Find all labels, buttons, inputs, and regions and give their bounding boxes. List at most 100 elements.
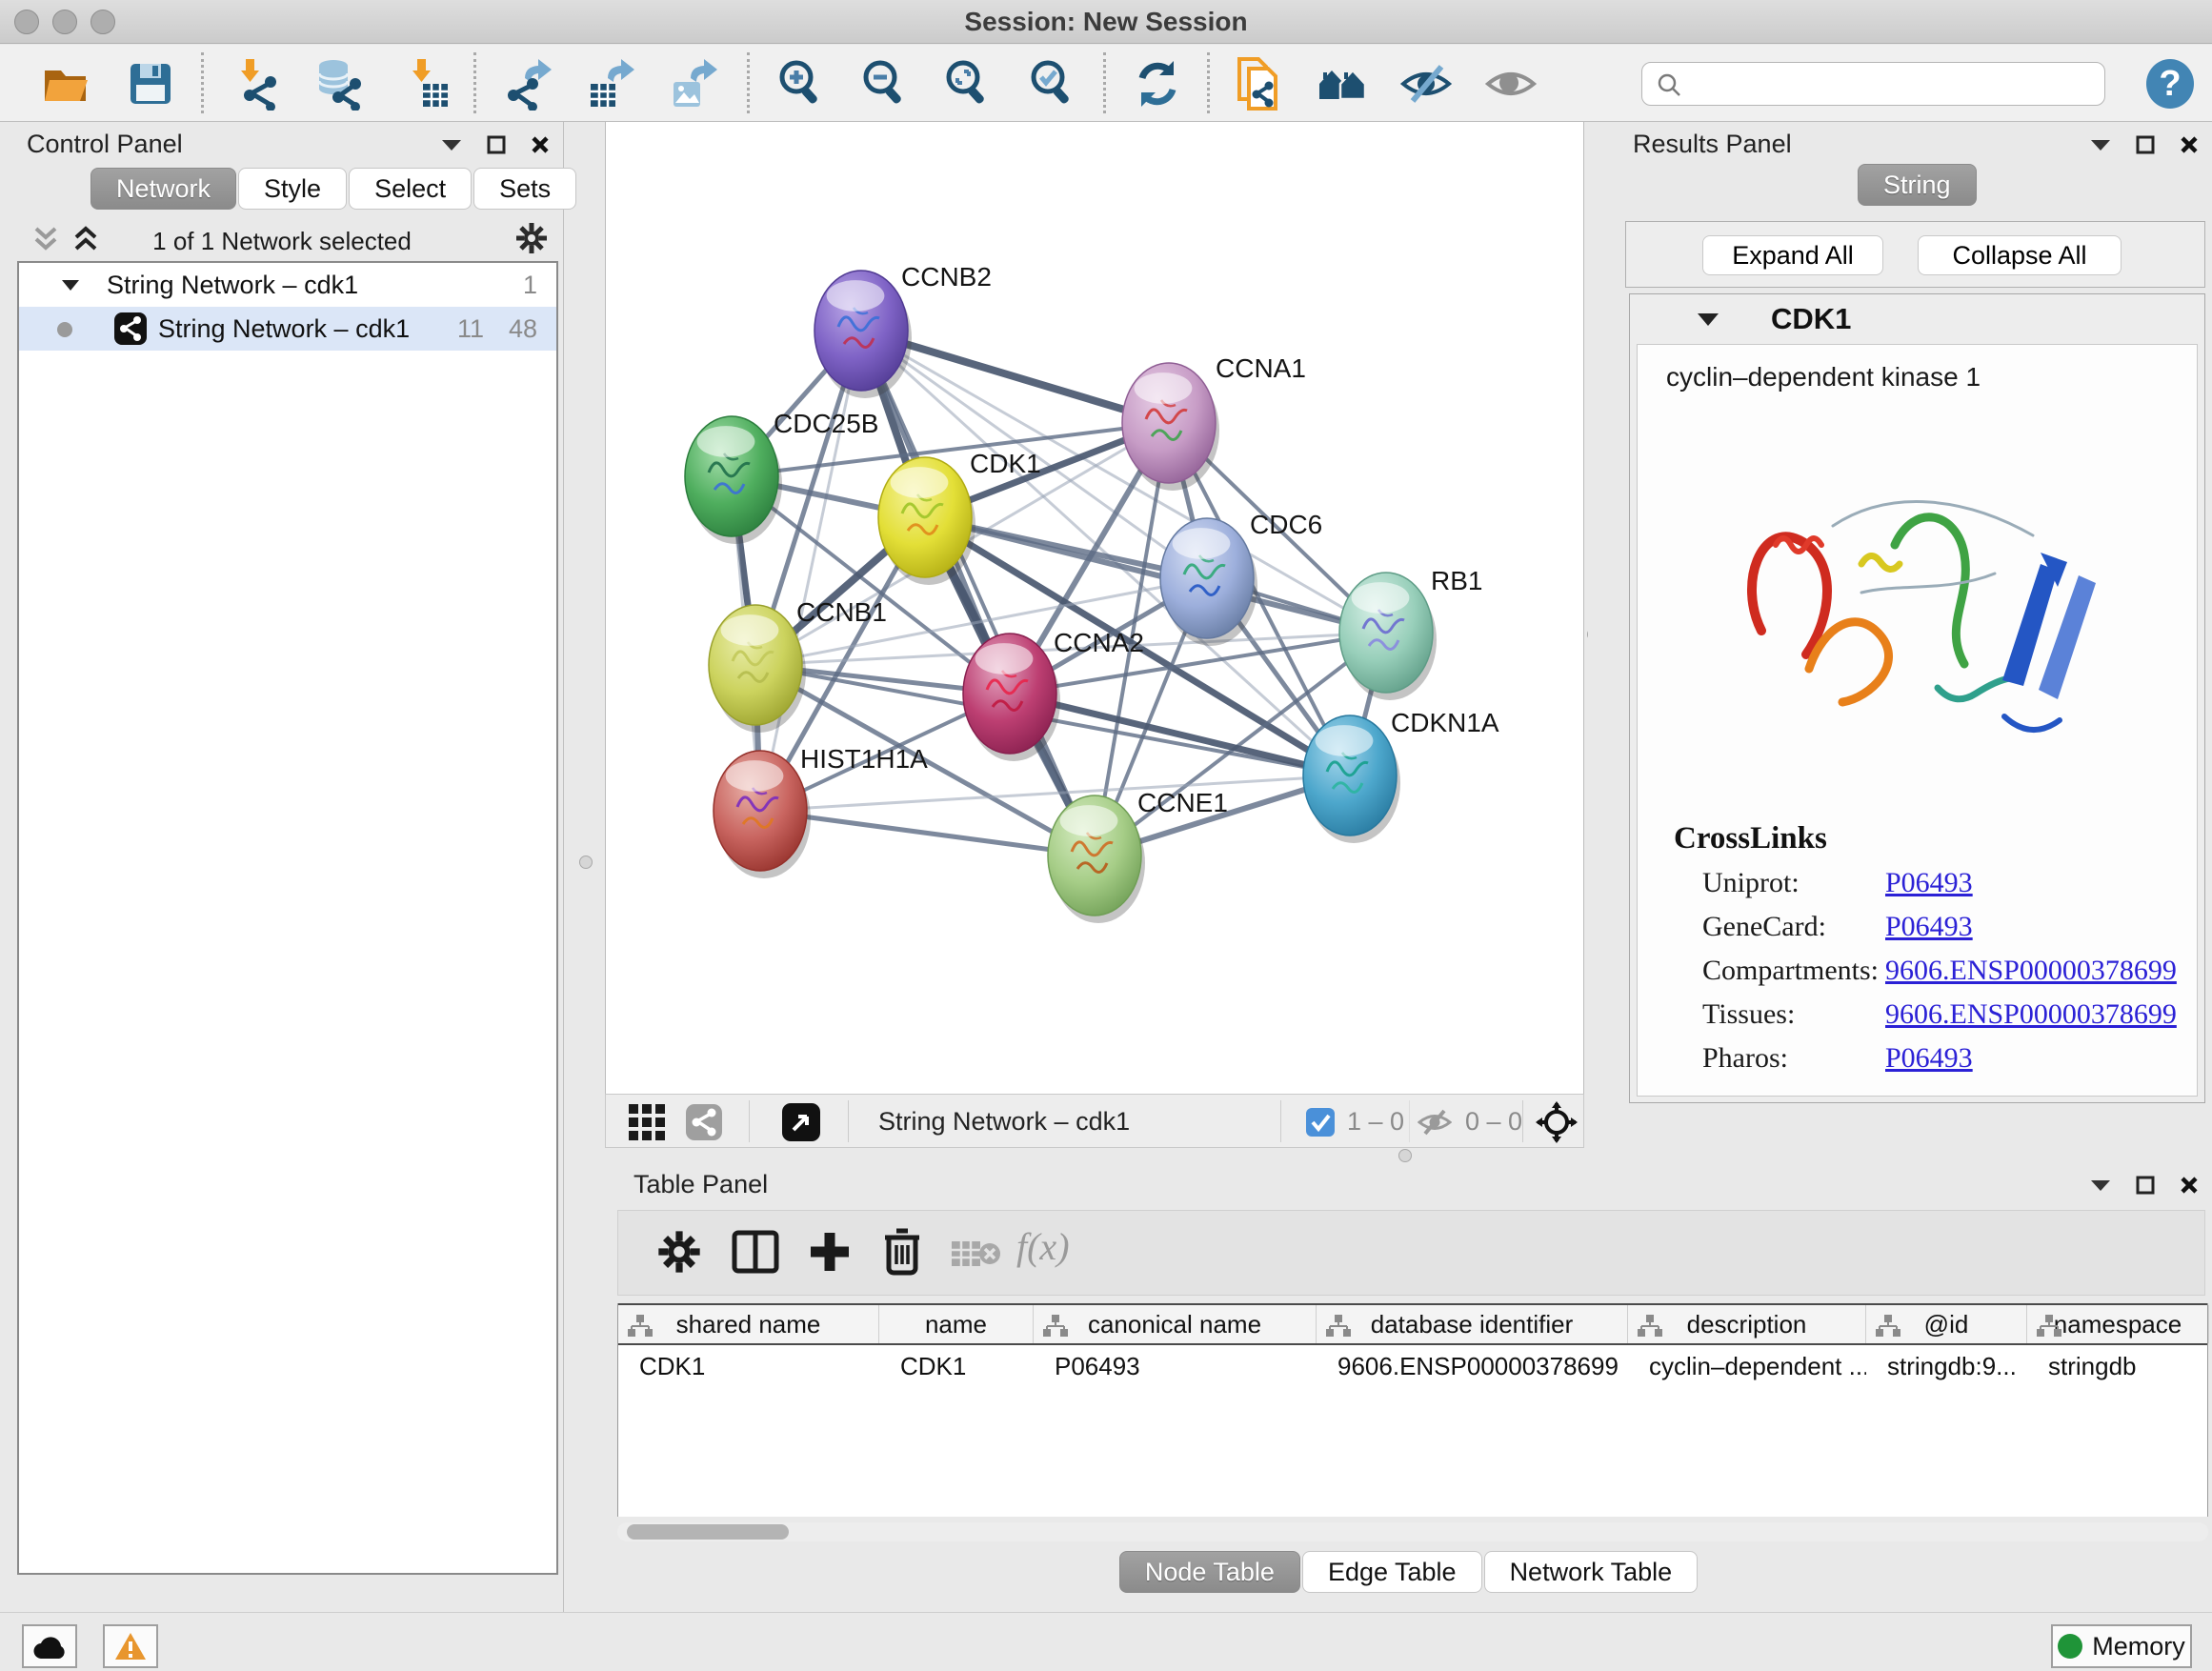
show-hidden-eye-button[interactable] <box>1484 57 1538 111</box>
panel-maximize-icon[interactable] <box>2136 1176 2155 1195</box>
panel-float-caret-icon[interactable] <box>441 138 462 151</box>
import-network-file-button[interactable] <box>229 57 282 111</box>
control-tab-network[interactable]: Network <box>90 168 236 210</box>
table-row[interactable]: CDK1CDK1P064939606.ENSP00000378699cyclin… <box>618 1345 2207 1387</box>
network-node-ccna2[interactable]: CCNA2 <box>963 628 1144 761</box>
column-header-name[interactable]: name <box>879 1305 1034 1343</box>
zoom-out-button[interactable] <box>857 57 911 111</box>
control-tab-select[interactable]: Select <box>349 168 472 210</box>
table-tab-edge-table[interactable]: Edge Table <box>1302 1551 1482 1593</box>
collapse-section-caret-icon[interactable] <box>1697 312 1719 327</box>
network-node-ccnb2[interactable]: CCNB2 <box>814 262 992 398</box>
memory-button[interactable]: Memory <box>2051 1624 2192 1668</box>
current-network-bullet-icon <box>57 322 72 337</box>
network-node-rb1[interactable]: RB1 <box>1339 566 1482 700</box>
control-tab-sets[interactable]: Sets <box>473 168 576 210</box>
column-header-namespace[interactable]: namespace <box>2027 1305 2209 1343</box>
network-node-ccna1[interactable]: CCNA1 <box>1122 353 1306 491</box>
control-tab-style[interactable]: Style <box>238 168 347 210</box>
string-tab-icon[interactable] <box>686 1104 722 1140</box>
column-header-description[interactable]: description <box>1628 1305 1866 1343</box>
zoom-fit-button[interactable] <box>940 57 994 111</box>
table-cell[interactable]: stringdb <box>2027 1345 2209 1387</box>
open-in-window-icon[interactable] <box>782 1103 820 1141</box>
network-row[interactable]: String Network – cdk1 11 48 <box>19 307 556 351</box>
warnings-button[interactable] <box>103 1624 158 1668</box>
panel-float-caret-icon[interactable] <box>2090 1178 2111 1192</box>
open-session-button[interactable] <box>38 57 91 111</box>
fit-crosshair-icon[interactable] <box>1536 1101 1578 1143</box>
network-view-canvas[interactable]: CCNB2 CCNA1 CDC25BCDK1 CDC6RB1 CCNB1 CCNA2 CDK… <box>605 122 1584 1094</box>
delete-table-icon <box>952 1238 1001 1270</box>
hide-selected-eye-slash-button[interactable] <box>1399 57 1453 111</box>
column-header-canonical-name[interactable]: canonical name <box>1034 1305 1317 1343</box>
export-table-button[interactable] <box>583 57 636 111</box>
panel-float-caret-icon[interactable] <box>2090 138 2111 151</box>
network-node-hist1h1a[interactable]: HIST1H1A <box>714 744 928 878</box>
tree-expand-caret-icon[interactable] <box>61 278 80 292</box>
cloud-status-button[interactable] <box>22 1624 77 1668</box>
string-network-graph[interactable]: CCNB2 CCNA1 CDC25BCDK1 CDC6RB1 CCNB1 CCNA2 CDK… <box>606 122 1585 1094</box>
table-cell[interactable]: cyclin–dependent ... <box>1628 1345 1866 1387</box>
network-node-ccne1[interactable]: CCNE1 <box>1048 788 1228 923</box>
houses-button[interactable] <box>1316 57 1369 111</box>
collapse-all-button[interactable]: Collapse All <box>1918 235 2122 275</box>
table-cell[interactable]: P06493 <box>1034 1345 1317 1387</box>
table-cell[interactable]: stringdb:9... <box>1866 1345 2027 1387</box>
network-node-cdkn1a[interactable]: CDKN1A <box>1303 708 1499 843</box>
export-network-button[interactable] <box>500 57 553 111</box>
left-splitter-handle[interactable] <box>579 856 593 869</box>
panel-close-icon[interactable] <box>2180 1176 2199 1195</box>
crosslink-link[interactable]: P06493 <box>1885 911 1973 943</box>
birdseye-grid-icon[interactable] <box>629 1104 665 1140</box>
table-tab-node-table[interactable]: Node Table <box>1119 1551 1300 1593</box>
panel-close-icon[interactable] <box>531 135 550 154</box>
expand-all-button[interactable]: Expand All <box>1702 235 1883 275</box>
add-column-plus-icon[interactable] <box>805 1227 855 1277</box>
network-edge[interactable] <box>760 331 861 811</box>
column-header-shared-name[interactable]: shared name <box>618 1305 879 1343</box>
panel-maximize-icon[interactable] <box>2136 135 2155 154</box>
help-button[interactable]: ? <box>2146 59 2194 109</box>
duplicate-network-button[interactable] <box>1232 57 1285 111</box>
delete-column-trash-icon[interactable] <box>877 1227 927 1277</box>
selected-checkbox-icon[interactable] <box>1306 1108 1335 1137</box>
export-image-button[interactable] <box>666 57 719 111</box>
column-header-database-identifier[interactable]: database identifier <box>1317 1305 1628 1343</box>
import-table-button[interactable] <box>400 57 453 111</box>
zoom-selected-button[interactable] <box>1025 57 1078 111</box>
network-node-cdc25b[interactable]: CDC25B <box>685 409 878 544</box>
table-cell[interactable]: CDK1 <box>879 1345 1034 1387</box>
network-node-ccnb1[interactable]: CCNB1 <box>709 597 887 733</box>
tab-string[interactable]: String <box>1858 164 1977 206</box>
crosslink-link[interactable]: 9606.ENSP00000378699 <box>1885 998 2177 1031</box>
column-header-@id[interactable]: @id <box>1866 1305 2027 1343</box>
table-tab-network-table[interactable]: Network Table <box>1484 1551 1699 1593</box>
search-input[interactable] <box>1641 62 2105 106</box>
scrollbar-thumb[interactable] <box>627 1524 789 1540</box>
network-collection-row[interactable]: String Network – cdk1 1 <box>19 263 556 307</box>
node-table[interactable]: shared namenamecanonical namedatabase id… <box>617 1303 2208 1517</box>
network-node-cdk1[interactable]: CDK1 <box>878 449 1041 585</box>
table-horizontal-scrollbar[interactable] <box>617 1522 2208 1541</box>
network-node-cdc6[interactable]: CDC6 <box>1160 510 1322 646</box>
panel-maximize-icon[interactable] <box>487 135 506 154</box>
network-edge[interactable] <box>861 331 1095 856</box>
show-columns-icon[interactable] <box>731 1227 780 1277</box>
refresh-button[interactable] <box>1131 57 1184 111</box>
bottom-splitter-handle[interactable] <box>1398 1149 1412 1162</box>
search-field[interactable] <box>1692 67 2092 101</box>
table-cell[interactable]: CDK1 <box>618 1345 879 1387</box>
crosslink-link[interactable]: P06493 <box>1885 1042 1973 1075</box>
import-network-database-button[interactable] <box>312 57 366 111</box>
table-settings-gear-icon[interactable] <box>654 1227 704 1277</box>
panel-close-icon[interactable] <box>2180 135 2199 154</box>
crosslink-link[interactable]: P06493 <box>1885 867 1973 899</box>
gear-icon[interactable] <box>514 221 549 255</box>
save-session-button[interactable] <box>124 57 177 111</box>
zoom-in-button[interactable] <box>774 57 827 111</box>
network-view-title: String Network – cdk1 <box>878 1107 1130 1137</box>
crosslink-link[interactable]: 9606.ENSP00000378699 <box>1885 955 2177 987</box>
gene-card-header[interactable]: CDK1 <box>1630 294 2204 342</box>
table-cell[interactable]: 9606.ENSP00000378699 <box>1317 1345 1628 1387</box>
